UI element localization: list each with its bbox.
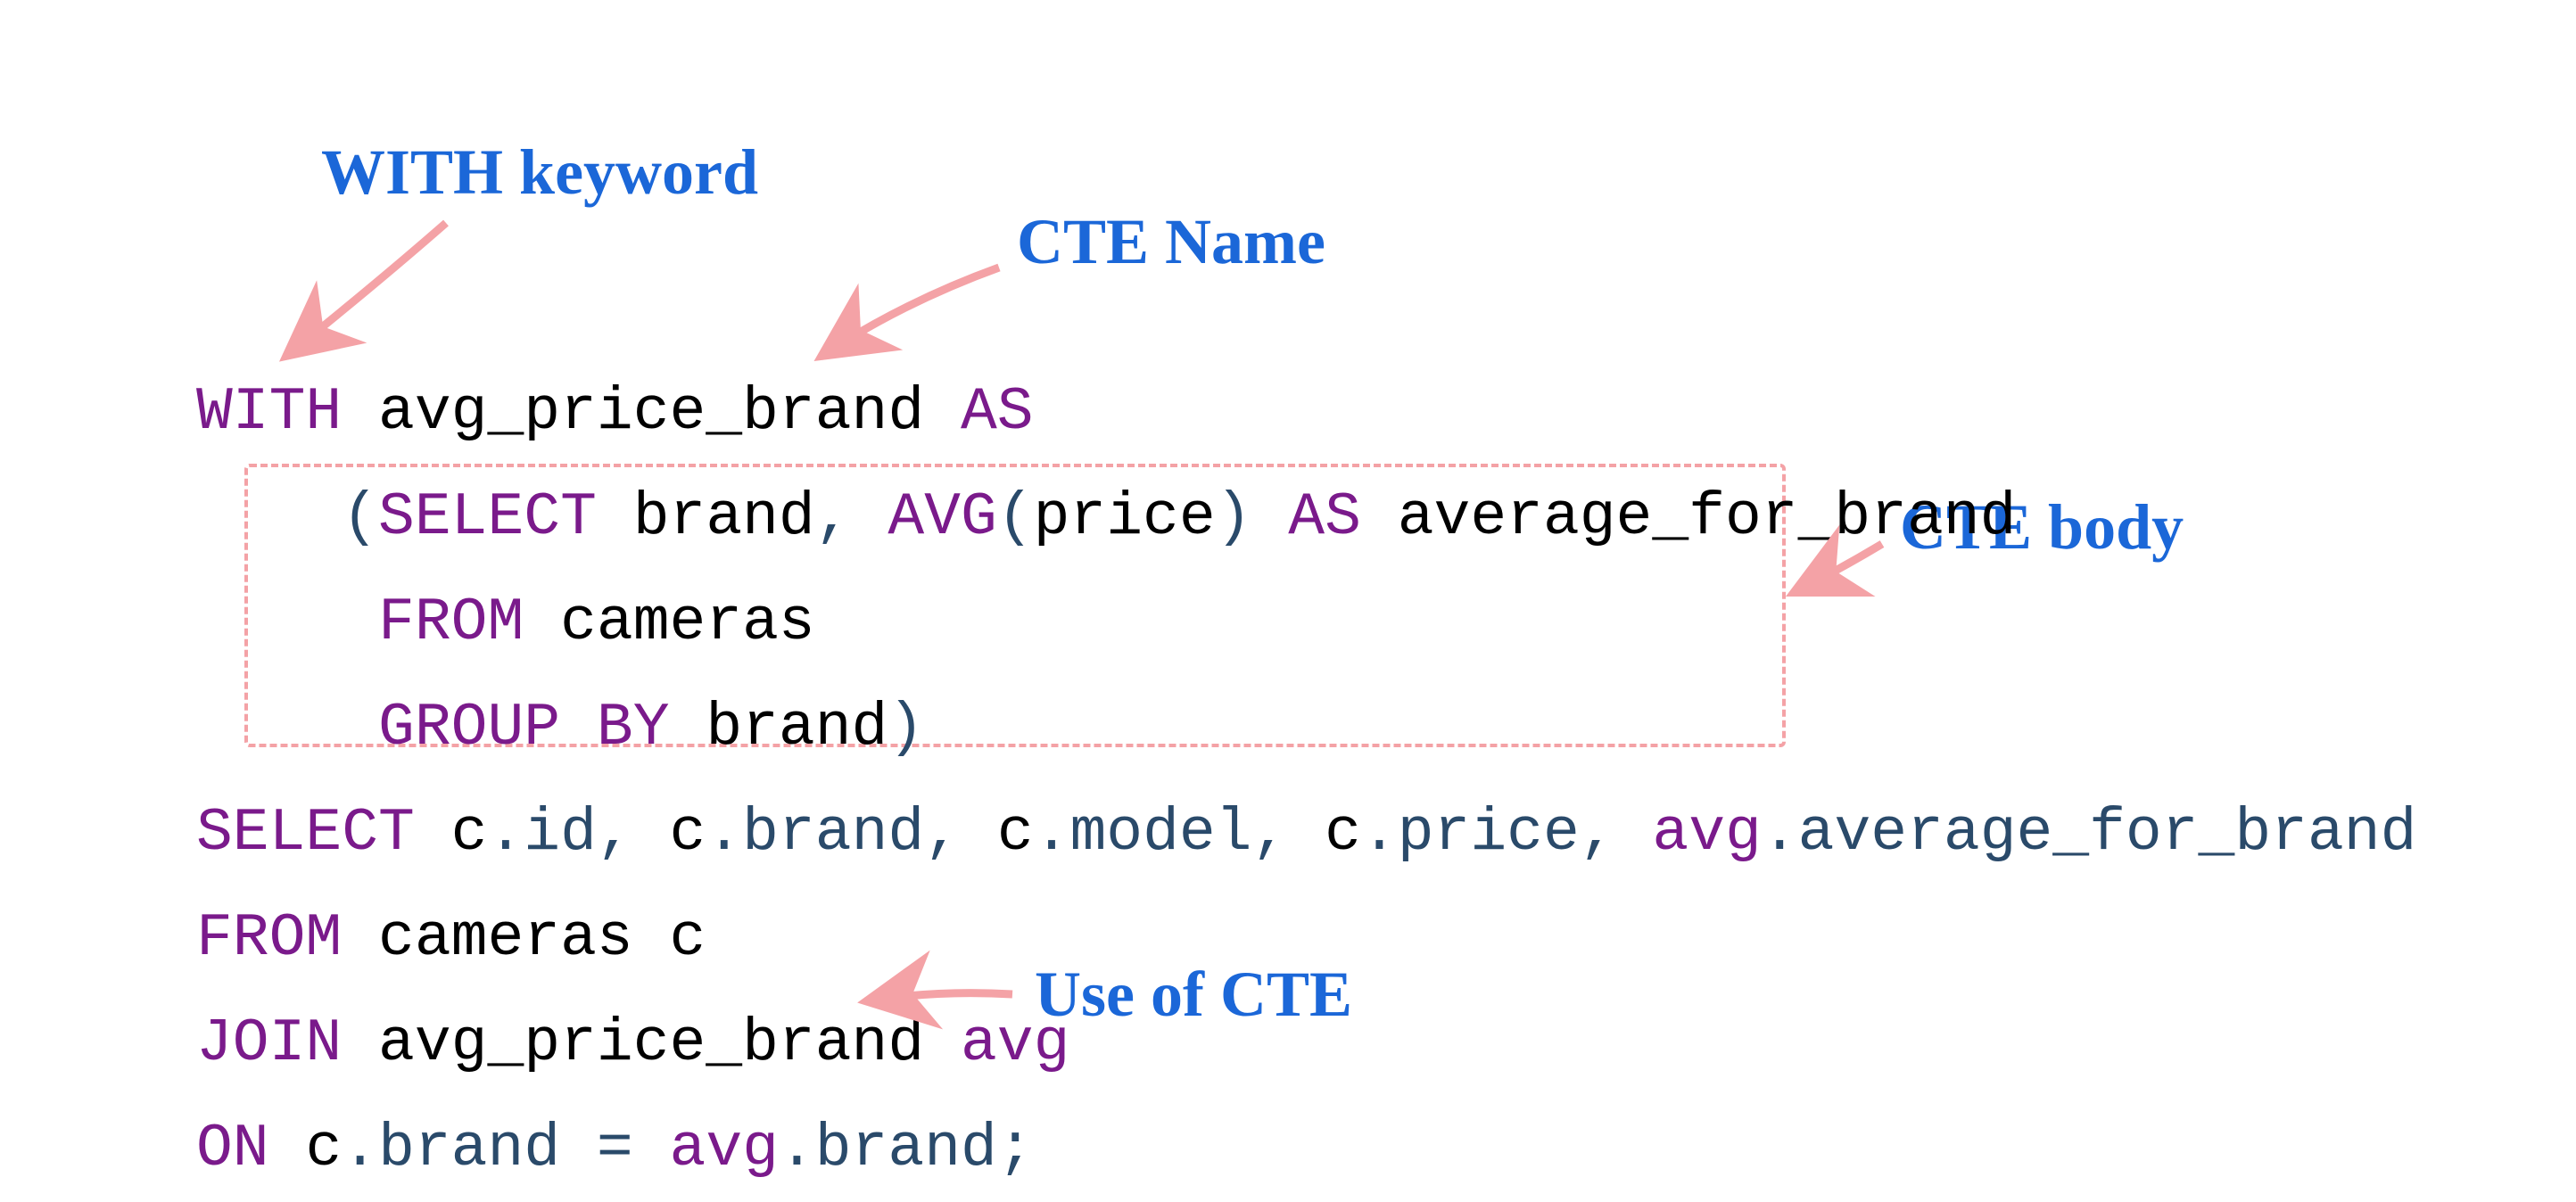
paren-close: ): [1216, 483, 1252, 552]
dot: .: [342, 1115, 378, 1183]
alias-c: c: [451, 799, 488, 868]
dot: .: [487, 799, 524, 868]
comma: ,: [1252, 799, 1289, 868]
indent: [196, 694, 378, 762]
alias-avg-for-brand: average_for_brand: [1398, 483, 2017, 552]
comma: ,: [1580, 799, 1616, 868]
comma: ,: [924, 799, 961, 868]
col-brand: brand: [378, 1115, 560, 1183]
paren-close: ): [888, 694, 924, 762]
semicolon: ;: [997, 1115, 1034, 1183]
kw-join: JOIN: [196, 1009, 342, 1078]
kw-group-by: GROUP BY: [378, 694, 669, 762]
alias-avg: avg: [961, 1009, 1069, 1078]
eq: =: [597, 1115, 633, 1183]
func-avg: AVG: [888, 483, 996, 552]
alias-c: c: [670, 799, 706, 868]
sql-code-block: WITH avg_price_brand AS (SELECT brand, A…: [196, 360, 2416, 1202]
col-brand: brand: [815, 1115, 997, 1183]
col-price: price: [1398, 799, 1580, 868]
col-brand: brand: [742, 799, 924, 868]
tbl-cameras: cameras: [560, 589, 815, 657]
col-id: id: [524, 799, 597, 868]
kw-select: SELECT: [378, 483, 597, 552]
annotation-with-keyword: WITH keyword: [321, 136, 758, 210]
alias-c: c: [305, 1115, 342, 1183]
cte-ref: avg_price_brand: [378, 1009, 924, 1078]
arrow-cte-name: [821, 268, 999, 357]
dot: .: [1361, 799, 1398, 868]
alias-avg: avg: [670, 1115, 779, 1183]
kw-from-main: FROM: [196, 904, 342, 973]
dot: .: [706, 799, 742, 868]
kw-from: FROM: [378, 589, 524, 657]
alias-c: c: [1325, 799, 1361, 868]
alias-c: c: [997, 799, 1034, 868]
col-price: price: [1034, 483, 1216, 552]
kw-on: ON: [196, 1115, 269, 1183]
col-model: model: [1069, 799, 1251, 868]
kw-as: AS: [1288, 483, 1361, 552]
indent: [196, 483, 342, 552]
comma: ,: [815, 483, 852, 552]
alias-avg: avg: [1652, 799, 1761, 868]
alias-c: c: [670, 904, 706, 973]
diagram-canvas: WITH keyword CTE Name CTE body Use of CT…: [0, 0, 2576, 1105]
comma: ,: [597, 799, 633, 868]
kw-select-main: SELECT: [196, 799, 415, 868]
indent: [196, 589, 378, 657]
col-brand: brand: [633, 483, 815, 552]
paren-open: (: [342, 483, 378, 552]
kw-as: AS: [961, 378, 1034, 447]
cte-name: avg_price_brand: [378, 378, 924, 447]
dot: .: [779, 1115, 815, 1183]
dot: .: [1762, 799, 1798, 868]
kw-with: WITH: [196, 378, 342, 447]
paren: (: [997, 483, 1034, 552]
col-brand: brand: [706, 694, 888, 762]
col-avg-for-brand: average_for_brand: [1798, 799, 2417, 868]
arrow-with-keyword: [285, 223, 446, 357]
dot: .: [1034, 799, 1070, 868]
annotation-cte-name: CTE Name: [1017, 205, 1325, 279]
tbl-cameras: cameras: [378, 904, 633, 973]
